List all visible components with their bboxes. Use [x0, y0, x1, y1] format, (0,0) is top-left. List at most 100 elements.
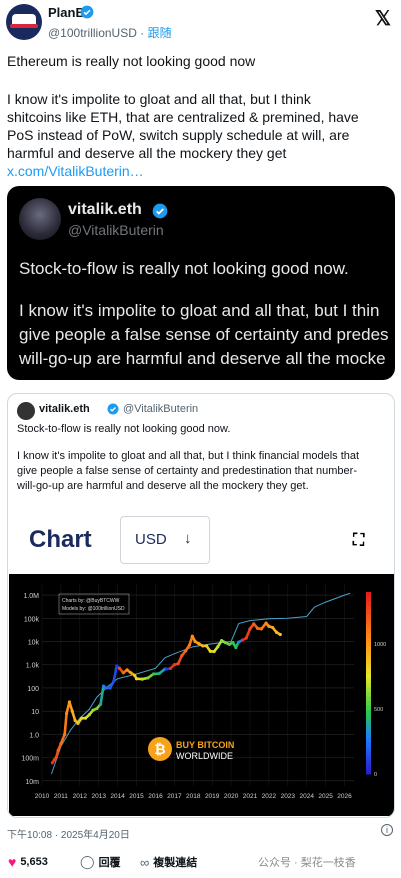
y-tick-label: 1.0M: [23, 593, 39, 600]
tweet-timestamp[interactable]: 下午10:08 · 2025年4月20日: [7, 826, 130, 841]
legend-text: Charts by: @BuyBTCWW: [62, 598, 120, 604]
chart-widget-title: Chart: [29, 526, 92, 553]
colorbar-segment: [366, 623, 371, 629]
x-tick-label: 2018: [186, 793, 201, 800]
info-icon[interactable]: i: [381, 824, 393, 836]
price-point: [187, 643, 192, 647]
y-tick-label: 100k: [24, 616, 40, 623]
brand-text: WORLDWIDE: [176, 751, 233, 761]
heart-icon: ♥: [8, 854, 17, 870]
x-tick-label: 2010: [35, 793, 50, 800]
colorbar-tick-label: 0: [374, 772, 377, 778]
colorbar-segment: [366, 601, 371, 607]
price-point: [63, 732, 67, 737]
price-point: [190, 634, 194, 638]
y-tick-label: 100m: [21, 756, 39, 763]
author-avatar[interactable]: [6, 4, 42, 40]
x-tick-label: 2022: [262, 793, 277, 800]
colorbar-segment: [366, 637, 371, 643]
x-tick-label: 2013: [91, 793, 106, 800]
price-point: [252, 622, 256, 626]
colorbar-segment: [366, 746, 371, 752]
colorbar-segment: [366, 664, 371, 670]
price-point: [216, 645, 220, 649]
y-tick-label: 1.0k: [26, 663, 40, 670]
price-point: [50, 761, 55, 765]
y-tick-label: 10k: [28, 640, 40, 647]
author-handle[interactable]: @100trillionUSD: [48, 26, 137, 40]
image-card-avatar: [19, 198, 61, 240]
colorbar-segment: [366, 669, 371, 675]
colorbar-segment: [366, 605, 371, 611]
x-tick-label: 2014: [110, 793, 125, 800]
price-point: [101, 684, 106, 688]
x-tick-label: 2025: [318, 793, 333, 800]
colorbar-segment: [366, 660, 371, 666]
price-point: [231, 640, 235, 645]
price-point: [165, 667, 169, 671]
y-tick-label: 10m: [25, 779, 39, 786]
price-point: [227, 642, 231, 647]
price-point: [180, 653, 184, 658]
reply-button[interactable]: ◯ 回覆: [80, 854, 121, 870]
price-point: [184, 649, 188, 653]
verified-badge-icon: [107, 403, 119, 415]
colorbar-segment: [366, 764, 371, 770]
price-point: [193, 639, 197, 644]
price-point: [244, 636, 248, 640]
price-point: [151, 672, 156, 676]
arrow-down-icon: ↓: [184, 530, 192, 547]
image-card-text: give people a false sense of certainty a…: [19, 325, 389, 344]
link-icon: ∞: [140, 854, 150, 870]
price-point: [267, 624, 271, 628]
colorbar-segment: [366, 719, 371, 725]
tweet-text-body: I know it's impolite to gloat and all th…: [7, 91, 359, 161]
price-point: [104, 686, 108, 690]
price-point: [129, 671, 133, 675]
image-card-name: vitalik.eth: [68, 201, 142, 218]
x-logo-icon[interactable]: 𝕏: [375, 6, 391, 31]
price-point: [76, 721, 80, 725]
price-point: [278, 632, 282, 637]
price-point: [54, 756, 58, 760]
price-point: [134, 677, 139, 681]
tweet-link[interactable]: x.com/VitalikButerin…: [7, 162, 395, 180]
quoted-text-line: Stock-to-flow is really not looking good…: [17, 423, 231, 435]
x-tick-label: 2016: [148, 793, 163, 800]
price-point: [87, 713, 91, 717]
colorbar-tick-label: 500: [374, 707, 383, 713]
colorbar-segment: [366, 701, 371, 707]
currency-value: USD: [135, 531, 167, 548]
price-point: [197, 642, 201, 646]
x-tick-label: 2019: [205, 793, 220, 800]
colorbar-segment: [366, 696, 371, 702]
price-point: [240, 638, 245, 642]
like-button[interactable]: ♥ 5,653: [8, 854, 48, 870]
price-point: [70, 709, 74, 713]
price-point: [220, 638, 224, 643]
author-handle-row: @100trillionUSD · 跟随: [48, 26, 172, 40]
price-point: [271, 625, 275, 630]
price-point: [117, 666, 122, 670]
price-point: [212, 649, 216, 654]
y-tick-label: 100: [27, 686, 39, 693]
colorbar-segment: [366, 705, 371, 711]
price-point: [259, 627, 263, 631]
follow-button[interactable]: 跟随: [148, 26, 172, 40]
colorbar-segment: [366, 655, 371, 661]
price-point: [73, 718, 77, 723]
tweet-header: PlanB @100trillionUSD · 跟随 𝕏: [0, 0, 401, 44]
tweet-text-line: Ethereum is really not looking good now: [7, 53, 256, 69]
colorbar-segment: [366, 710, 371, 716]
price-point: [133, 673, 137, 677]
reply-label: 回覆: [98, 857, 121, 869]
colorbar-segment: [366, 692, 371, 698]
embedded-image[interactable]: vitalik.eth @VitalikButerin Stock-to-flo…: [7, 186, 395, 380]
quoted-tweet[interactable]: vitalik.eth @VitalikButerin Stock-to-flo…: [7, 393, 395, 818]
currency-select[interactable]: USD ↓: [120, 516, 210, 564]
price-point: [157, 671, 161, 676]
price-point: [274, 630, 279, 634]
x-tick-label: 2012: [73, 793, 88, 800]
expand-icon[interactable]: ⛶: [353, 532, 364, 550]
copy-link-button[interactable]: ∞ 複製連結: [140, 854, 197, 870]
